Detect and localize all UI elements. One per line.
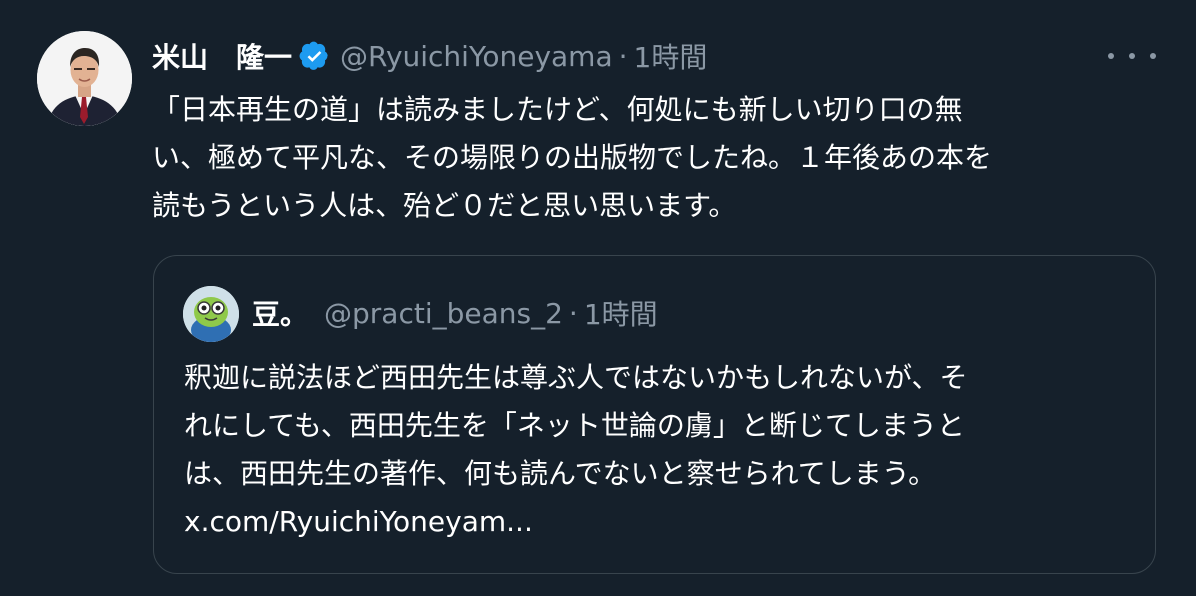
quoted-text-line: は、西田先生の著作、何も読んでないと察せられてしまう。 <box>184 457 937 490</box>
quoted-author-avatar[interactable] <box>183 286 239 342</box>
quoted-tweet-card[interactable]: 豆。 @practi_beans_2 · 1時間 釈迦に説法ほど西田先生は尊ぶ人… <box>153 255 1156 574</box>
author-avatar-image <box>37 31 132 126</box>
tweet-text-line: 読もうという人は、殆ど０だと思い思います。 <box>152 189 737 222</box>
tweet-header: 米山 隆一 @RyuichiYoneyama · 1時間 <box>152 34 707 78</box>
more-dot <box>1129 53 1135 59</box>
author-avatar[interactable] <box>37 31 132 126</box>
quoted-tweet-link[interactable]: x.com/RyuichiYoneyam... <box>184 498 1144 546</box>
tweet-text-line: 「日本再生の道」は読みましたけど、何処にも新しい切り口の無 <box>152 93 963 126</box>
quoted-author-display-name[interactable]: 豆。 <box>252 293 308 333</box>
more-dot <box>1108 53 1114 59</box>
quoted-author-avatar-image <box>183 286 239 342</box>
quoted-tweet-timestamp[interactable]: 1時間 <box>584 293 658 333</box>
quoted-text-line: れにしても、西田先生を「ネット世論の虜」と断じてしまうと <box>184 409 965 442</box>
header-separator: · <box>618 39 628 73</box>
author-handle[interactable]: @RyuichiYoneyama <box>340 40 613 73</box>
more-dot <box>1150 53 1156 59</box>
tweet-timestamp[interactable]: 1時間 <box>634 36 708 76</box>
tweet-text: 「日本再生の道」は読みましたけど、何処にも新しい切り口の無 い、極めて平凡な、そ… <box>152 86 1162 230</box>
tweet-text-line: い、極めて平凡な、その場限りの出版物でしたね。１年後あの本を <box>152 141 993 174</box>
quoted-tweet-text: 釈迦に説法ほど西田先生は尊ぶ人ではないかもしれないが、そ れにしても、西田先生を… <box>184 354 1144 546</box>
quoted-author-handle[interactable]: @practi_beans_2 <box>324 297 563 330</box>
quoted-tweet-header: 豆。 @practi_beans_2 · 1時間 <box>252 290 658 336</box>
quoted-text-line: 釈迦に説法ほど西田先生は尊ぶ人ではないかもしれないが、そ <box>184 361 968 394</box>
more-options-icon[interactable] <box>1108 42 1156 70</box>
tweet[interactable]: 米山 隆一 @RyuichiYoneyama · 1時間 「日本再生の道」は読み… <box>0 0 1196 596</box>
verified-badge-icon <box>299 41 330 72</box>
author-display-name[interactable]: 米山 隆一 <box>152 36 292 76</box>
quoted-header-separator: · <box>568 296 578 330</box>
